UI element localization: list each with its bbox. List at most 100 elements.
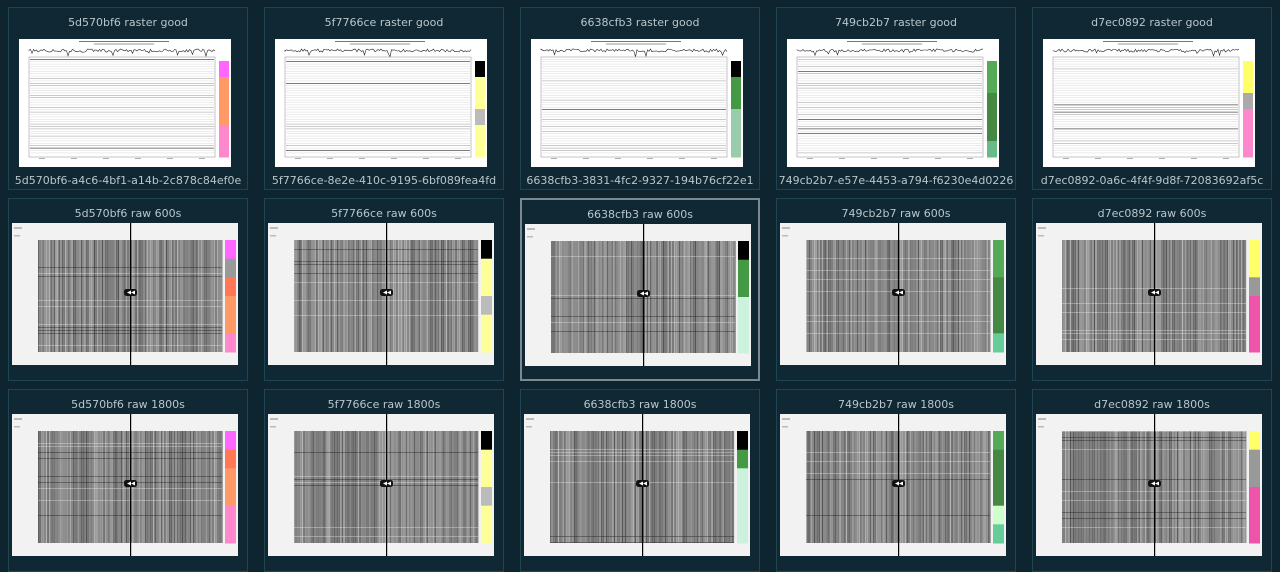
waveform-column	[705, 431, 707, 543]
raw-thumbnail[interactable]	[12, 223, 238, 365]
recording-card[interactable]: 5d570bf6 raster good 5d570bf6-a4c6-4bf1-a…	[8, 7, 248, 190]
waveform-column	[702, 431, 703, 543]
waveform-column	[204, 431, 206, 543]
raster-thumbnail[interactable]	[787, 39, 999, 167]
raster-row	[286, 119, 470, 120]
waveform-column	[814, 431, 815, 543]
legend-segment	[738, 297, 749, 317]
waveform-column	[572, 431, 574, 543]
waveform-column	[679, 241, 680, 353]
waveform-column	[294, 431, 295, 543]
waveform-column	[948, 431, 950, 543]
recording-card[interactable]: 6638cfb3 raster good 6638cfb3-3831-4fc2-9…	[520, 7, 760, 190]
waveform-column	[1078, 240, 1079, 352]
waveform-column	[910, 431, 911, 543]
recording-card[interactable]: 5f7766ce raster good 5f7766ce-8e2e-410c-9…	[264, 7, 504, 190]
legend-segment	[987, 109, 997, 126]
waveform-column	[1159, 431, 1161, 543]
waveform-column	[1234, 431, 1236, 543]
card-title: 6638cfb3 raw 1800s	[583, 398, 697, 411]
waveform-column	[630, 431, 631, 543]
raster-row	[30, 147, 214, 149]
raster-row	[542, 152, 726, 154]
raw-thumbnail[interactable]	[525, 224, 751, 366]
waveform-column	[298, 240, 300, 352]
raw-thumbnail[interactable]	[524, 414, 750, 556]
waveform-column	[681, 431, 683, 543]
waveform-column	[1071, 240, 1073, 352]
raw-thumbnail[interactable]	[780, 223, 1006, 365]
raw-thumbnail[interactable]	[1036, 223, 1262, 365]
legend-segment	[1243, 93, 1253, 110]
waveform-column	[1170, 240, 1172, 352]
recording-card[interactable]: 6638cfb3 raw 600s	[520, 198, 760, 381]
raw-thumbnail[interactable]	[1036, 414, 1262, 556]
waveform-column	[82, 240, 84, 352]
raw-thumbnail[interactable]	[268, 414, 494, 556]
waveform-column	[148, 240, 150, 352]
recording-card[interactable]: 749cb2b7 raw 1800s	[776, 389, 1016, 572]
recording-card[interactable]: 5f7766ce raw 600s	[264, 198, 504, 381]
recording-card[interactable]: 5d570bf6 raw 600s	[8, 198, 248, 381]
recording-card[interactable]: 5f7766ce raw 1800s	[264, 389, 504, 572]
waveform-column	[580, 431, 582, 543]
recording-card[interactable]: d7ec0892 raster good d7ec0892-0a6c-4f4f-9…	[1032, 7, 1272, 190]
waveform-column	[1103, 240, 1105, 352]
raster-row	[1054, 147, 1238, 149]
waveform-column	[892, 240, 894, 352]
raster-row	[798, 147, 982, 149]
waveform-column	[1086, 431, 1087, 543]
waveform-column	[613, 241, 615, 353]
card-title: 5f7766ce raw 600s	[331, 207, 437, 220]
raster-row	[542, 109, 726, 110]
waveform-column	[97, 240, 99, 352]
waveform-column	[1215, 240, 1217, 352]
raster-thumbnail[interactable]	[1043, 39, 1255, 167]
waveform-column	[913, 240, 915, 352]
waveform-column	[908, 240, 910, 352]
waveform-column	[433, 240, 435, 352]
waveform-column	[602, 241, 604, 353]
waveform-column	[601, 431, 603, 543]
waveform-column	[825, 431, 827, 543]
raster-row	[286, 111, 470, 113]
waveform-column	[873, 240, 875, 352]
waveform-column	[1105, 431, 1107, 543]
waveform-column	[651, 241, 653, 353]
raw-thumbnail[interactable]	[268, 223, 494, 365]
recording-card[interactable]: 5d570bf6 raw 1800s	[8, 389, 248, 572]
waveform-column	[49, 431, 51, 543]
raster-thumbnail[interactable]	[275, 39, 487, 167]
waveform-column	[364, 431, 366, 543]
legend-segment	[731, 61, 741, 78]
waveform-column	[691, 241, 693, 353]
toolbar-mark	[1038, 227, 1046, 229]
raster-thumbnail[interactable]	[19, 39, 231, 167]
recording-card[interactable]: 749cb2b7 raster good 749cb2b7-e57e-4453-a…	[776, 7, 1016, 190]
thumbnail-image	[268, 223, 494, 365]
toolbar-mark	[14, 227, 22, 229]
waveform-column	[809, 431, 811, 543]
waveform-column	[300, 240, 302, 352]
waveform-column	[55, 431, 57, 543]
waveform-column	[1076, 431, 1078, 543]
waveform-column	[818, 240, 820, 352]
recording-card[interactable]: d7ec0892 raw 600s	[1032, 198, 1272, 381]
waveform-column	[1230, 431, 1231, 543]
recording-card[interactable]: d7ec0892 raw 1800s	[1032, 389, 1272, 572]
waveform-column	[985, 240, 987, 352]
waveform-column	[303, 431, 305, 543]
raw-thumbnail[interactable]	[780, 414, 1006, 556]
waveform-column	[94, 240, 95, 352]
waveform-column	[446, 431, 447, 543]
card-title: d7ec0892 raw 1800s	[1094, 398, 1210, 411]
raw-thumbnail[interactable]	[12, 414, 238, 556]
recording-card[interactable]: 749cb2b7 raw 600s	[776, 198, 1016, 381]
recording-card[interactable]: 6638cfb3 raw 1800s	[520, 389, 760, 572]
waveform-column	[1244, 240, 1246, 352]
waveform-column	[597, 241, 599, 353]
waveform-column	[206, 240, 207, 352]
raster-thumbnail[interactable]	[531, 39, 743, 167]
waveform-column	[1231, 431, 1233, 543]
toolbar-mark	[782, 426, 788, 428]
